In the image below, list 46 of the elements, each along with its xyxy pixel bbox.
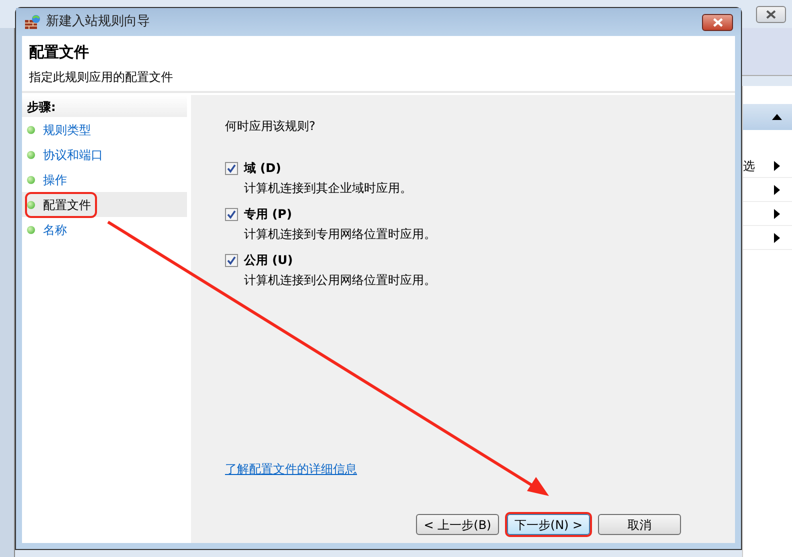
- step-item[interactable]: 操作: [22, 167, 187, 192]
- checkbox[interactable]: [225, 254, 238, 266]
- help-link[interactable]: 了解配置文件的详细信息: [225, 460, 357, 478]
- checkbox[interactable]: [225, 208, 238, 220]
- step-label: 操作: [43, 172, 67, 188]
- option-label: 公用 (U): [244, 252, 293, 269]
- wizard-button[interactable]: < 上一步(B): [416, 514, 499, 535]
- window-title: 新建入站规则向导: [46, 13, 151, 32]
- option-description: 计算机连接到公用网络位置时应用。: [243, 272, 437, 289]
- status-dot-icon: [27, 226, 35, 234]
- section-header[interactable]: [743, 104, 792, 130]
- status-dot-icon: [27, 150, 35, 158]
- menu-item[interactable]: 选: [743, 154, 792, 178]
- page-title: 配置文件: [29, 42, 90, 63]
- step-item[interactable]: 配置文件: [22, 192, 187, 217]
- step-label: 规则类型: [43, 122, 91, 138]
- submenu-arrow-icon: [774, 232, 780, 242]
- submenu-arrow-icon: [774, 208, 780, 218]
- step-item[interactable]: 名称: [22, 217, 187, 242]
- step-label: 名称: [43, 222, 67, 238]
- status-dot-icon: [27, 200, 35, 208]
- step-label: 协议和端口: [43, 146, 103, 164]
- close-button[interactable]: [756, 6, 786, 22]
- wizard-button[interactable]: 取消: [598, 514, 681, 535]
- step-item[interactable]: 协议和端口: [22, 142, 187, 167]
- submenu-arrow-icon: [774, 160, 780, 170]
- collapse-icon: [772, 114, 782, 120]
- status-dot-icon: [27, 176, 35, 184]
- question-text: 何时应用该规则?: [225, 118, 316, 135]
- menu-label: 选: [743, 158, 755, 174]
- status-dot-icon: [27, 126, 35, 134]
- toolbar-band: [742, 28, 792, 76]
- close-button[interactable]: [702, 14, 733, 30]
- brick-wall-icon: [24, 14, 40, 30]
- page-subtitle: 指定此规则应用的配置文件: [29, 68, 174, 86]
- close-icon: [766, 10, 776, 18]
- option-description: 计算机连接到其企业域时应用。: [243, 180, 413, 197]
- option-description: 计算机连接到专用网络位置时应用。: [243, 226, 437, 243]
- checkbox[interactable]: [225, 162, 238, 174]
- option-label: 专用 (P): [244, 206, 292, 223]
- step-label: 配置文件: [43, 196, 91, 214]
- wizard-button[interactable]: 下一步(N) >: [507, 514, 590, 535]
- step-item[interactable]: 规则类型: [22, 117, 187, 142]
- submenu-arrow-icon: [774, 184, 780, 194]
- option-label: 域 (D): [244, 160, 282, 177]
- close-icon: [712, 18, 722, 26]
